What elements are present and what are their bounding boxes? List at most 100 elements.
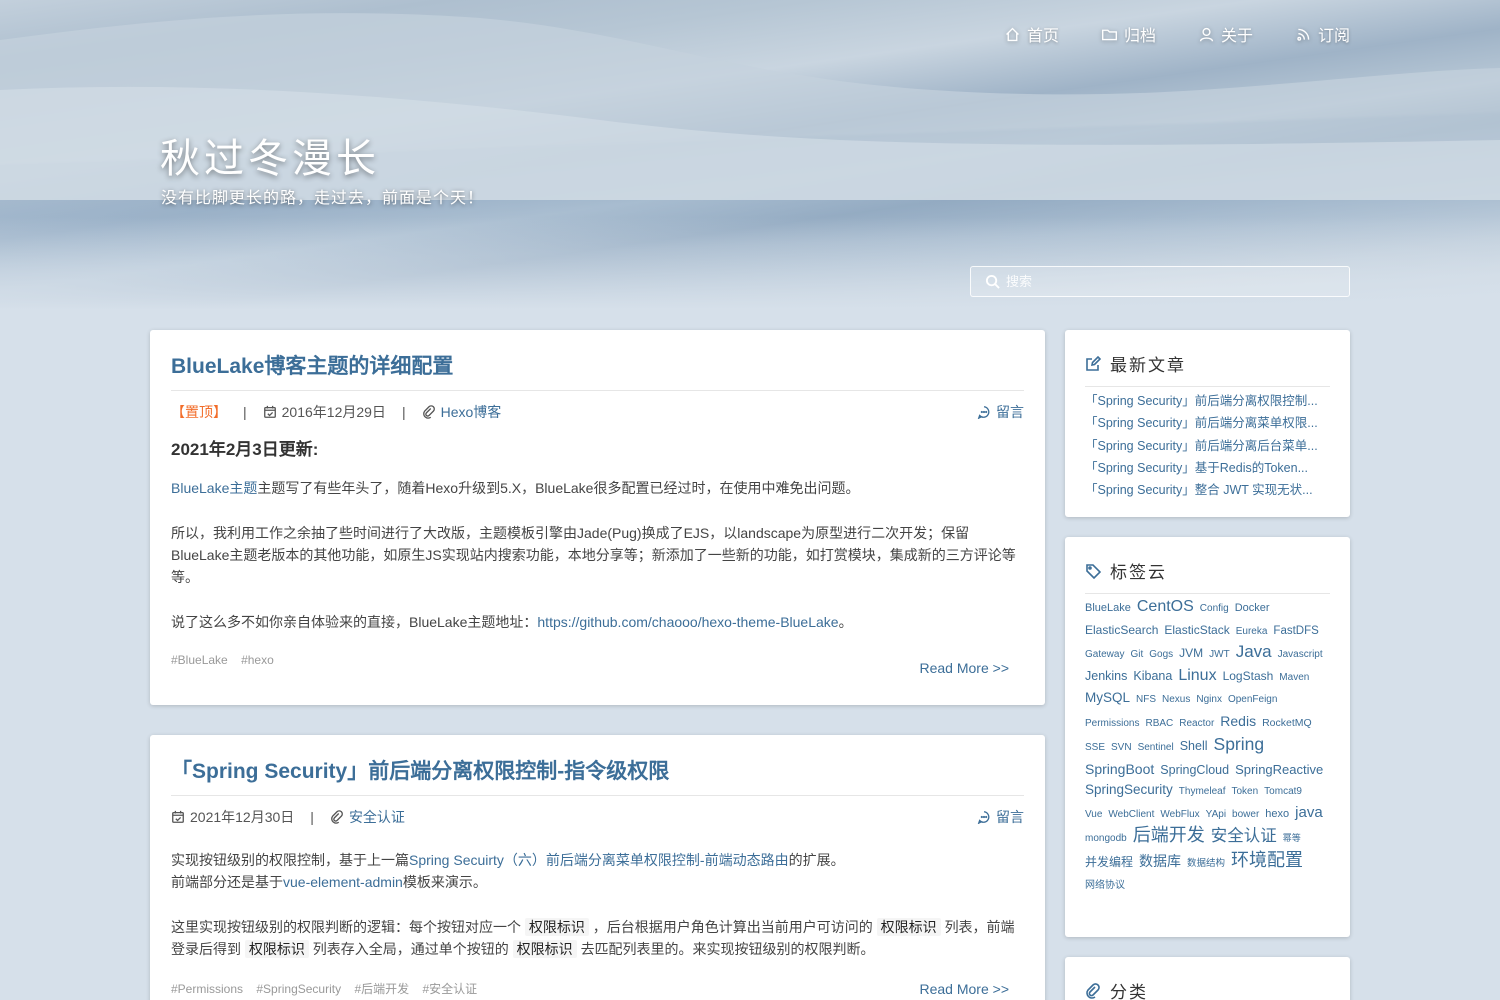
tag-cloud-link[interactable]: RocketMQ xyxy=(1262,713,1312,734)
folder-icon xyxy=(1101,29,1117,40)
tag-cloud-link[interactable]: YApi xyxy=(1206,805,1226,826)
post-tags: #Permissions #SpringSecurity #后端开发 #安全认证 xyxy=(171,980,1024,997)
tag-cloud-link[interactable]: ElasticStack xyxy=(1164,620,1229,641)
tag-cloud-link[interactable]: LogStash xyxy=(1223,666,1274,687)
tag-cloud-link[interactable]: WebClient xyxy=(1108,805,1154,826)
tag-cloud-link[interactable]: Thymeleaf xyxy=(1179,782,1226,803)
paragraph-text: ，后台根据用户角色计算出当前用户可访问的 xyxy=(592,919,873,935)
tag-cloud-link[interactable]: Gogs xyxy=(1149,645,1173,666)
tag-cloud-link[interactable]: 后端开发 xyxy=(1133,825,1205,846)
tag-cloud-link[interactable]: 网络协议 xyxy=(1085,876,1125,897)
github-link[interactable]: https://github.com/chaooo/hexo-theme-Blu… xyxy=(537,614,838,630)
tag-cloud-link[interactable]: RBAC xyxy=(1145,714,1173,735)
tag-cloud-link[interactable]: Jenkins xyxy=(1085,666,1127,687)
post-tag[interactable]: #安全认证 xyxy=(422,982,477,996)
previous-article-link[interactable]: Spring Secuirty（六）前后端分离菜单权限控制-前端动态路由 xyxy=(409,852,789,868)
tag-cloud-link[interactable]: SpringCloud xyxy=(1160,760,1229,781)
comment-link[interactable]: 留言 xyxy=(977,807,1024,827)
tag-cloud-link[interactable]: Nginx xyxy=(1196,690,1222,711)
site-title[interactable]: 秋过冬漫长 xyxy=(160,126,380,184)
tag-cloud-link[interactable]: Eureka xyxy=(1236,622,1268,643)
theme-link[interactable]: BlueLake主题 xyxy=(171,480,257,496)
tag-cloud-link[interactable]: Shell xyxy=(1180,736,1208,757)
paperclip-icon xyxy=(1086,982,1100,999)
paragraph-text: 。 xyxy=(838,614,853,630)
nav-rss[interactable]: 订阅 xyxy=(1295,22,1350,46)
tag-cloud-link[interactable]: Java xyxy=(1236,642,1272,663)
post-title[interactable]: 「Spring Security」前后端分离权限控制-指令级权限 xyxy=(171,735,1024,796)
post-tag[interactable]: #BlueLake xyxy=(171,653,228,667)
post-date: 2021年12月30日 xyxy=(190,809,295,825)
tag-cloud-link[interactable]: CentOS xyxy=(1137,597,1194,618)
widget-title: 最新文章 xyxy=(1110,356,1186,375)
tag-cloud-link[interactable]: SpringBoot xyxy=(1085,759,1154,780)
tag-cloud-link[interactable]: Git xyxy=(1130,645,1143,666)
tag-cloud-link[interactable]: Vue xyxy=(1085,805,1102,826)
post-category-link[interactable]: Hexo博客 xyxy=(441,402,502,422)
nav-home[interactable]: 首页 xyxy=(1004,22,1059,46)
tag-cloud-link[interactable]: 数据库 xyxy=(1139,851,1181,872)
recent-post-link[interactable]: 「Spring Security」整合 JWT 实现无状... xyxy=(1085,479,1330,501)
tag-cloud-link[interactable]: Spring xyxy=(1214,734,1265,755)
nav-about[interactable]: 关于 xyxy=(1198,22,1253,46)
tag-cloud-link[interactable]: 安全认证 xyxy=(1211,826,1277,847)
tag-cloud-link[interactable]: SSE xyxy=(1085,738,1105,759)
tag-cloud-link[interactable]: Linux xyxy=(1178,666,1216,687)
paragraph-text: 列表存入全局，通过单个按钮的 xyxy=(312,941,509,957)
tag-cloud-link[interactable]: 并发编程 xyxy=(1085,852,1133,873)
tag-cloud-link[interactable]: Javascript xyxy=(1278,645,1323,666)
tag-cloud-link[interactable]: FastDFS xyxy=(1273,621,1318,642)
tag-cloud-link[interactable]: SpringReactive xyxy=(1235,760,1323,781)
tag-cloud-link[interactable]: Sentinel xyxy=(1138,738,1174,759)
tag-cloud-link[interactable]: 环境配置 xyxy=(1231,850,1303,871)
read-more-link[interactable]: Read More >> xyxy=(920,660,1010,676)
post-meta: 2021年12月30日 | 安全认证 留言 xyxy=(171,806,1024,828)
recent-post-link[interactable]: 「Spring Security」前后端分离菜单权限... xyxy=(1085,412,1330,434)
nav-archive[interactable]: 归档 xyxy=(1101,22,1156,46)
tag-cloud-link[interactable]: mongodb xyxy=(1085,829,1127,850)
read-more-link[interactable]: Read More >> xyxy=(920,981,1010,997)
post-tag[interactable]: #hexo xyxy=(241,653,274,667)
tag-cloud-link[interactable]: MySQL xyxy=(1085,688,1130,709)
tag-cloud-link[interactable]: ElasticSearch xyxy=(1085,620,1158,641)
tag-cloud-link[interactable]: 幂等 xyxy=(1283,828,1301,849)
paragraph-text: 前端部分还是基于 xyxy=(171,874,283,890)
meta-separator: | xyxy=(243,404,247,420)
tag-cloud-link[interactable]: Nexus xyxy=(1162,690,1190,711)
tag-cloud-link[interactable]: JVM xyxy=(1179,643,1203,664)
tag-cloud-link[interactable]: Reactor xyxy=(1179,714,1214,735)
tag-cloud-link[interactable]: OpenFeign xyxy=(1228,690,1277,711)
post-heading: 2021年2月3日更新: xyxy=(171,440,319,459)
post-category-link[interactable]: 安全认证 xyxy=(349,807,405,827)
tag-cloud-link[interactable]: SVN xyxy=(1111,738,1132,759)
tag-cloud-link[interactable]: JWT xyxy=(1209,645,1230,666)
recent-post-link[interactable]: 「Spring Security」基于Redis的Token... xyxy=(1085,457,1330,479)
widget-header: 标签云 xyxy=(1085,537,1330,594)
tag-cloud-link[interactable]: Tomcat9 xyxy=(1264,782,1302,803)
tag-cloud-link[interactable]: Kibana xyxy=(1133,666,1172,687)
tag-cloud-link[interactable]: java xyxy=(1295,803,1323,824)
tag-cloud-link[interactable]: NFS xyxy=(1136,690,1156,711)
post-tag[interactable]: #Permissions xyxy=(171,982,243,996)
tag-cloud-link[interactable]: Token xyxy=(1231,782,1258,803)
post-tag[interactable]: #后端开发 xyxy=(354,982,409,996)
tag-cloud-link[interactable]: WebFlux xyxy=(1160,805,1199,826)
tag-cloud-link[interactable]: Docker xyxy=(1235,598,1270,619)
recent-post-link[interactable]: 「Spring Security」前后端分离后台菜单... xyxy=(1085,435,1330,457)
tag-cloud-link[interactable]: BlueLake xyxy=(1085,598,1131,619)
tag-cloud-link[interactable]: bower xyxy=(1232,805,1259,826)
tag-cloud-link[interactable]: 数据结构 xyxy=(1187,854,1225,875)
recent-post-link[interactable]: 「Spring Security」前后端分离权限控制... xyxy=(1085,390,1330,412)
tag-cloud-link[interactable]: Redis xyxy=(1220,711,1256,732)
post-tag[interactable]: #SpringSecurity xyxy=(256,982,341,996)
comment-link[interactable]: 留言 xyxy=(977,402,1024,422)
post-title[interactable]: BlueLake博客主题的详细配置 xyxy=(171,330,1024,391)
tag-cloud-link[interactable]: SpringSecurity xyxy=(1085,780,1173,801)
vue-element-admin-link[interactable]: vue-element-admin xyxy=(283,874,403,890)
tag-cloud-link[interactable]: Permissions xyxy=(1085,714,1139,735)
tag-cloud-link[interactable]: Config xyxy=(1200,599,1229,620)
search-input[interactable] xyxy=(1006,274,1326,289)
tag-cloud-link[interactable]: hexo xyxy=(1265,804,1289,825)
tag-cloud-link[interactable]: Gateway xyxy=(1085,645,1124,666)
tag-cloud-link[interactable]: Maven xyxy=(1279,668,1309,689)
